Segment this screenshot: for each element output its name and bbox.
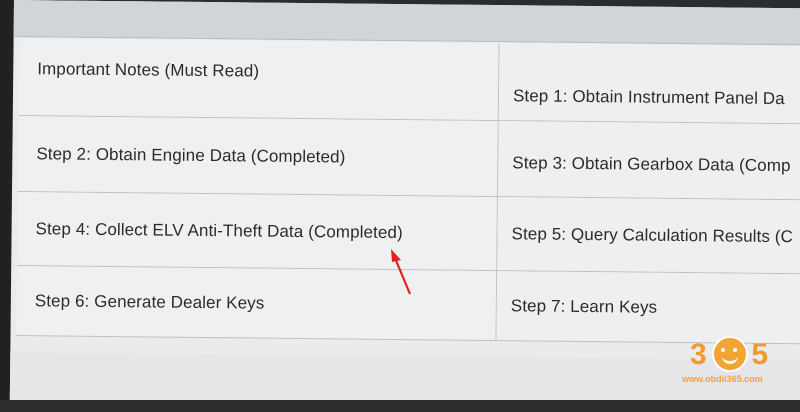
menu-item-label: Step 7: Learn Keys [510,295,658,317]
menu-item-label: Step 5: Query Calculation Results (C [511,223,794,246]
device-bezel-bottom [0,400,800,412]
site-watermark: 305 www.obdii365.com [682,330,782,392]
menu-item-label: Important Notes (Must Read) [37,58,260,81]
menu-item-label: Step 4: Collect ELV Anti-Theft Data (Com… [35,218,403,242]
menu-item-step-1[interactable]: Step 1: Obtain Instrument Panel Da [498,43,800,125]
menu-item-label: Step 3: Obtain Gearbox Data (Comp [512,152,791,175]
menu-item-step-4[interactable]: Step 4: Collect ELV Anti-Theft Data (Com… [17,192,498,272]
steps-menu-grid: Important Notes (Must Read) Step 1: Obta… [16,38,800,358]
menu-item-label: Step 6: Generate Dealer Keys [34,290,265,313]
menu-item-important-notes[interactable]: Important Notes (Must Read) [18,38,500,122]
menu-item-label: Step 1: Obtain Instrument Panel Da [512,85,785,108]
menu-item-step-6[interactable]: Step 6: Generate Dealer Keys [16,266,498,342]
menu-item-step-2[interactable]: Step 2: Obtain Engine Data (Completed) [17,116,499,198]
menu-item-step-3[interactable]: Step 3: Obtain Gearbox Data (Comp [497,121,800,201]
menu-item-step-5[interactable]: Step 5: Query Calculation Results (C [497,197,800,275]
smiley-logo-icon [712,336,748,372]
watermark-url: www.obdii365.com [682,374,763,384]
menu-item-label: Step 2: Obtain Engine Data (Completed) [36,143,346,166]
